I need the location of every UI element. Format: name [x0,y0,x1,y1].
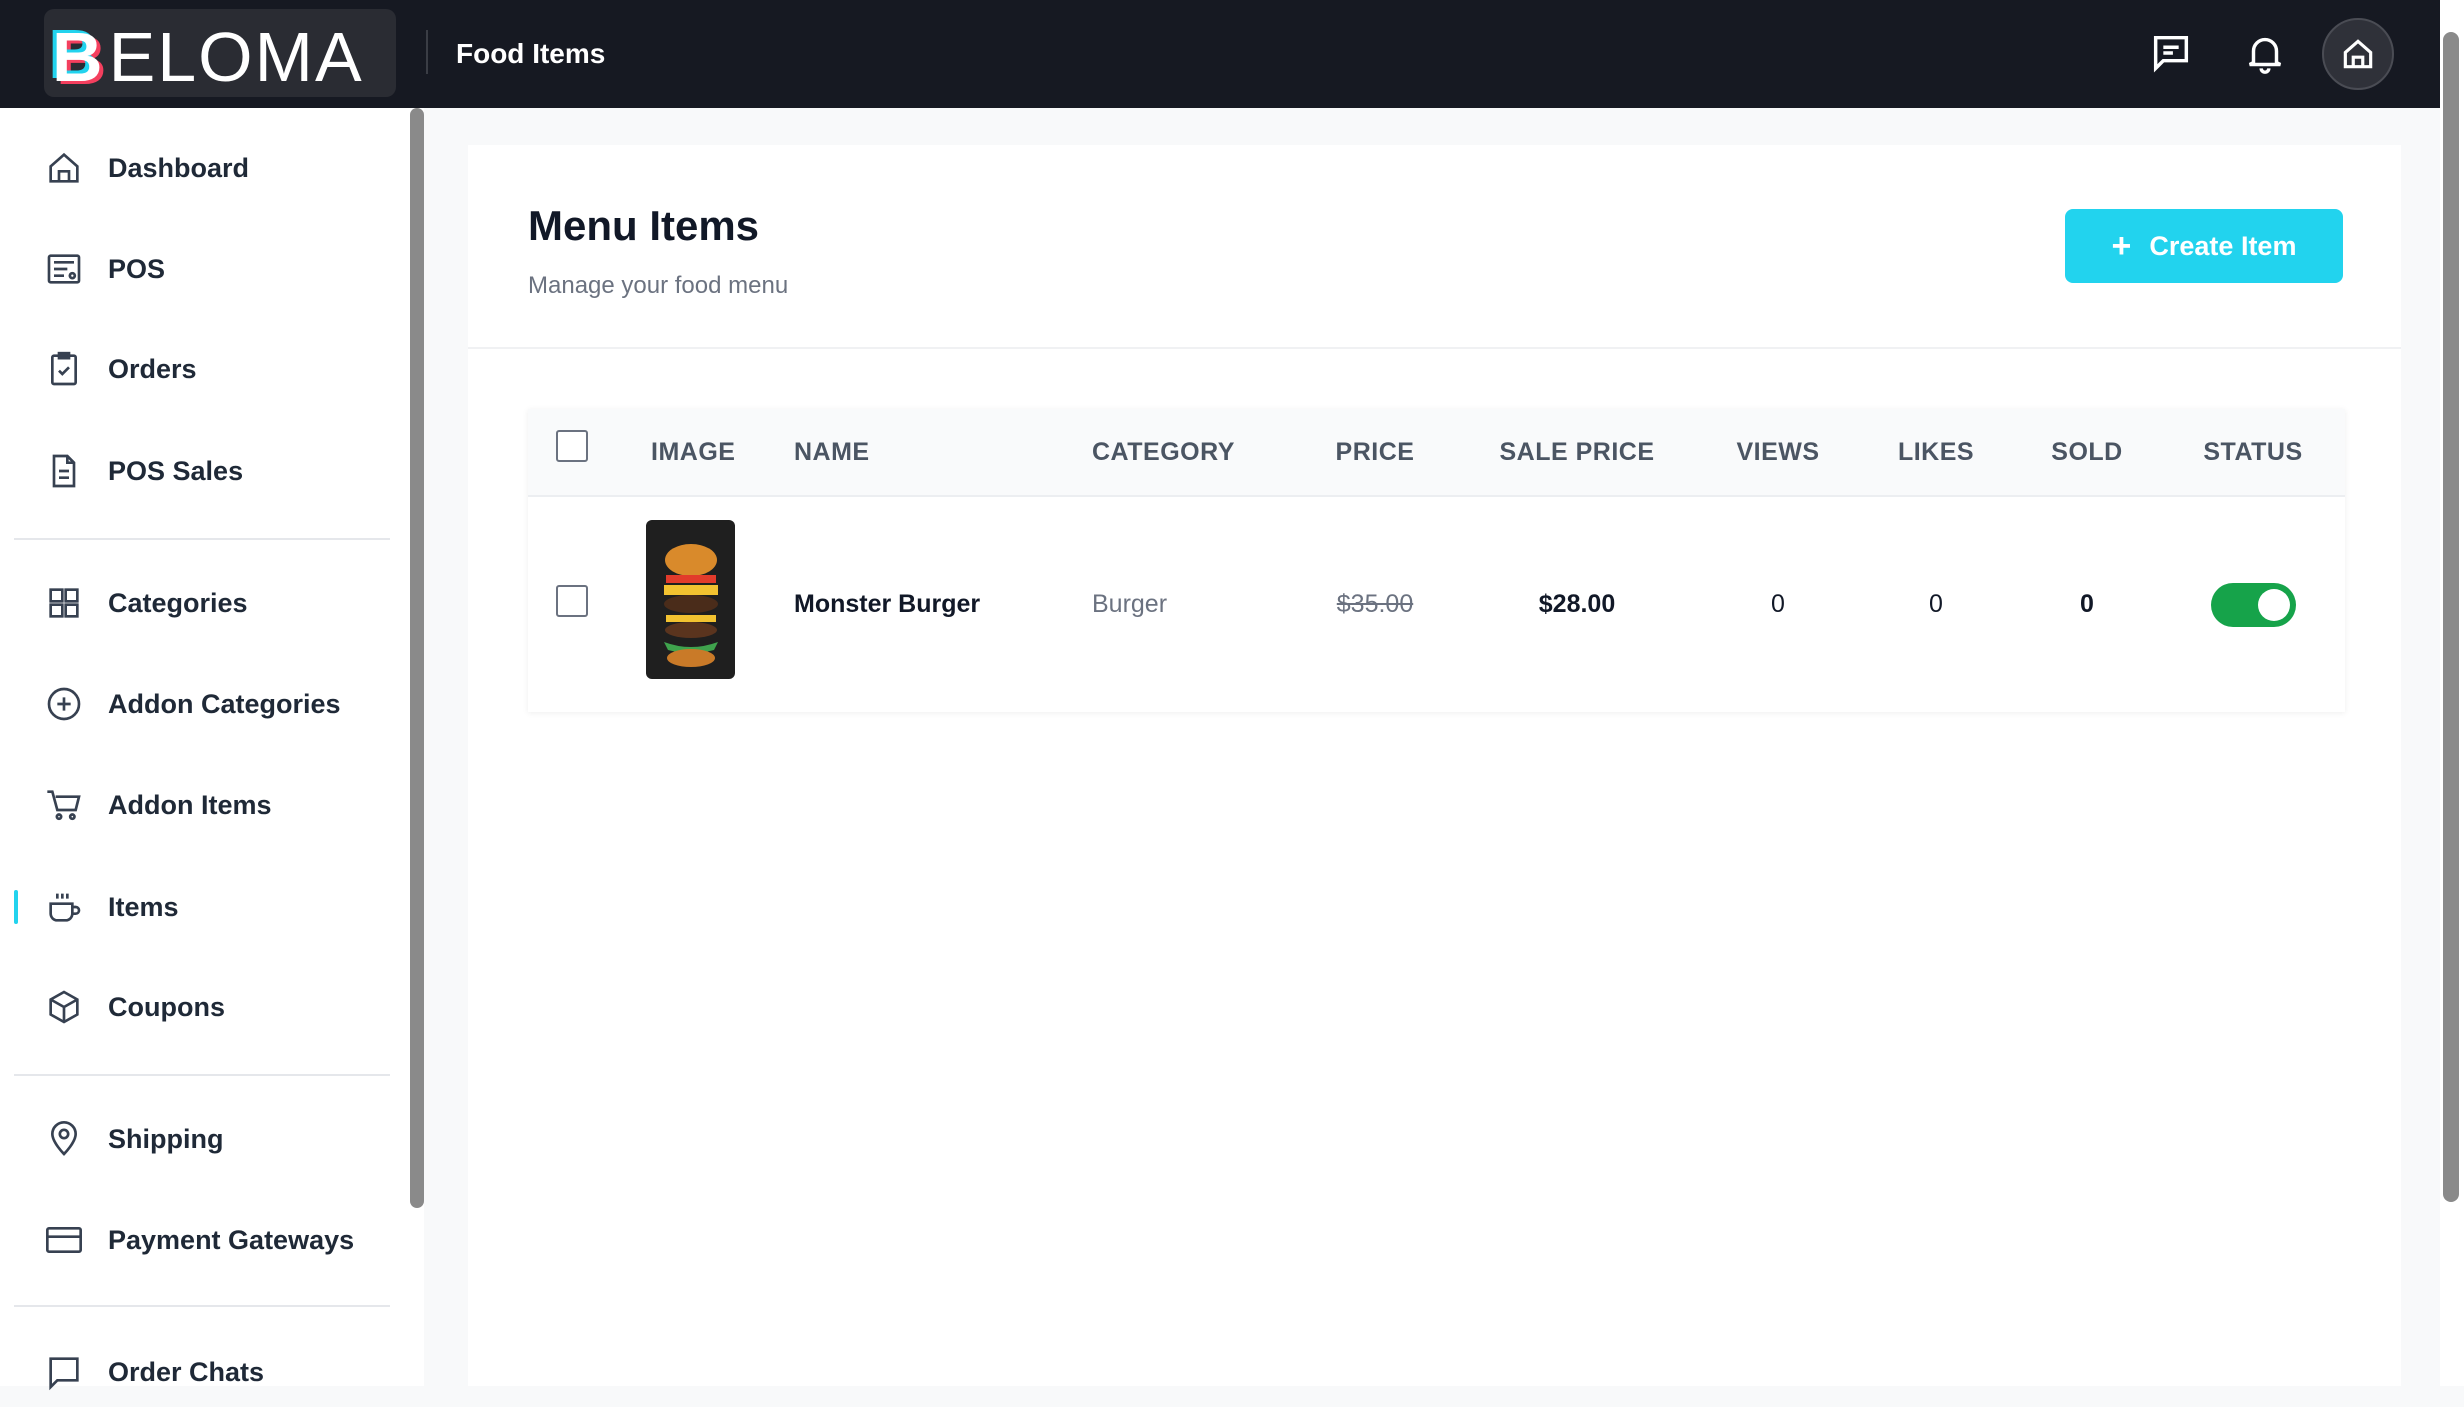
pos-icon [47,254,81,284]
sidebar-item-label: Shipping [108,1123,224,1154]
sidebar-item-pos[interactable]: POS [0,234,400,304]
sidebar-item-addon-categories[interactable]: Addon Categories [0,669,400,739]
divider [468,347,2401,349]
column-header-sold[interactable]: SOLD [2051,438,2122,467]
column-header-sale-price[interactable]: SALE PRICE [1499,438,1654,467]
status-toggle[interactable] [2211,583,2296,627]
cart-icon [47,790,81,821]
clipboard-icon [51,351,77,386]
map-pin-icon [50,1121,78,1156]
sidebar-item-label: Orders [108,353,197,384]
item-views: 0 [1771,590,1785,618]
content-card [468,145,2401,1386]
sidebar-item-payment-gateways[interactable]: Payment Gateways [0,1205,400,1275]
divider [14,538,390,540]
message-icon[interactable] [2148,30,2194,76]
item-name[interactable]: Monster Burger [794,590,980,619]
item-sale-price: $28.00 [1538,590,1616,618]
sidebar-item-coupons[interactable]: Coupons [0,972,400,1042]
sidebar-item-label: Items [108,891,179,922]
column-header-image: IMAGE [651,438,736,466]
sidebar-item-label: Dashboard [108,152,250,183]
divider [14,1305,390,1307]
page-scroll-thumb[interactable] [2443,32,2459,1202]
column-header-price[interactable]: PRICE [1336,438,1415,467]
sidebar-item-items[interactable]: Items [0,872,400,942]
sidebar-item-label: Addon Items [108,789,272,820]
sidebar-item-orders[interactable]: Orders [0,334,400,404]
sidebar-item-label: POS Sales [108,455,244,486]
column-header-name[interactable]: NAME [794,438,870,467]
column-header-likes[interactable]: LIKES [1898,438,1974,467]
section-title: Menu Items [528,202,760,249]
home-icon [49,152,79,183]
logo[interactable]: B ELOMA [44,9,396,97]
column-header-views[interactable]: VIEWS [1736,438,1819,467]
sidebar-item-label: Addon Categories [108,688,341,719]
sidebar-item-pos-sales[interactable]: POS Sales [0,436,400,506]
sidebar-item-dashboard[interactable]: Dashboard [0,133,400,203]
item-price: $35.00 [1336,590,1414,618]
sidebar-item-label: Coupons [108,991,225,1022]
bell-icon[interactable] [2242,30,2288,76]
home-icon [2343,39,2373,69]
page-title: Food Items [456,38,606,69]
sidebar-item-label: Categories [108,587,248,618]
credit-card-icon [46,1227,82,1253]
row-checkbox[interactable] [556,585,588,617]
grid-icon [49,588,79,618]
plus-icon: + [2111,226,2132,265]
section-subtitle: Manage your food menu [528,272,789,299]
create-item-button[interactable]: + Create Item [2065,209,2343,283]
select-all-checkbox[interactable] [556,430,588,462]
column-header-status: STATUS [2203,438,2303,466]
item-category: Burger [1092,590,1168,618]
plus-circle-icon [47,687,81,721]
item-image [646,520,735,679]
sidebar-item-shipping[interactable]: Shipping [0,1104,400,1174]
cup-icon [49,893,81,922]
item-likes: 0 [1929,590,1943,618]
document-icon [52,454,76,488]
box-icon [49,990,79,1024]
sidebar-scroll-thumb[interactable] [410,108,424,1208]
sidebar-item-order-chats[interactable]: Order Chats [0,1337,400,1407]
chat-icon [49,1357,79,1391]
sidebar-item-label: Payment Gateways [108,1224,355,1255]
sidebar-item-addon-items[interactable]: Addon Items [0,770,400,840]
sidebar-item-label: Order Chats [108,1356,265,1387]
divider [14,1074,390,1076]
item-sold: 0 [2080,590,2094,618]
sidebar-item-categories[interactable]: Categories [0,568,400,638]
column-header-category[interactable]: CATEGORY [1092,438,1235,467]
sidebar-item-label: POS [108,253,166,284]
divider [426,30,428,74]
home-button[interactable] [2322,18,2394,90]
